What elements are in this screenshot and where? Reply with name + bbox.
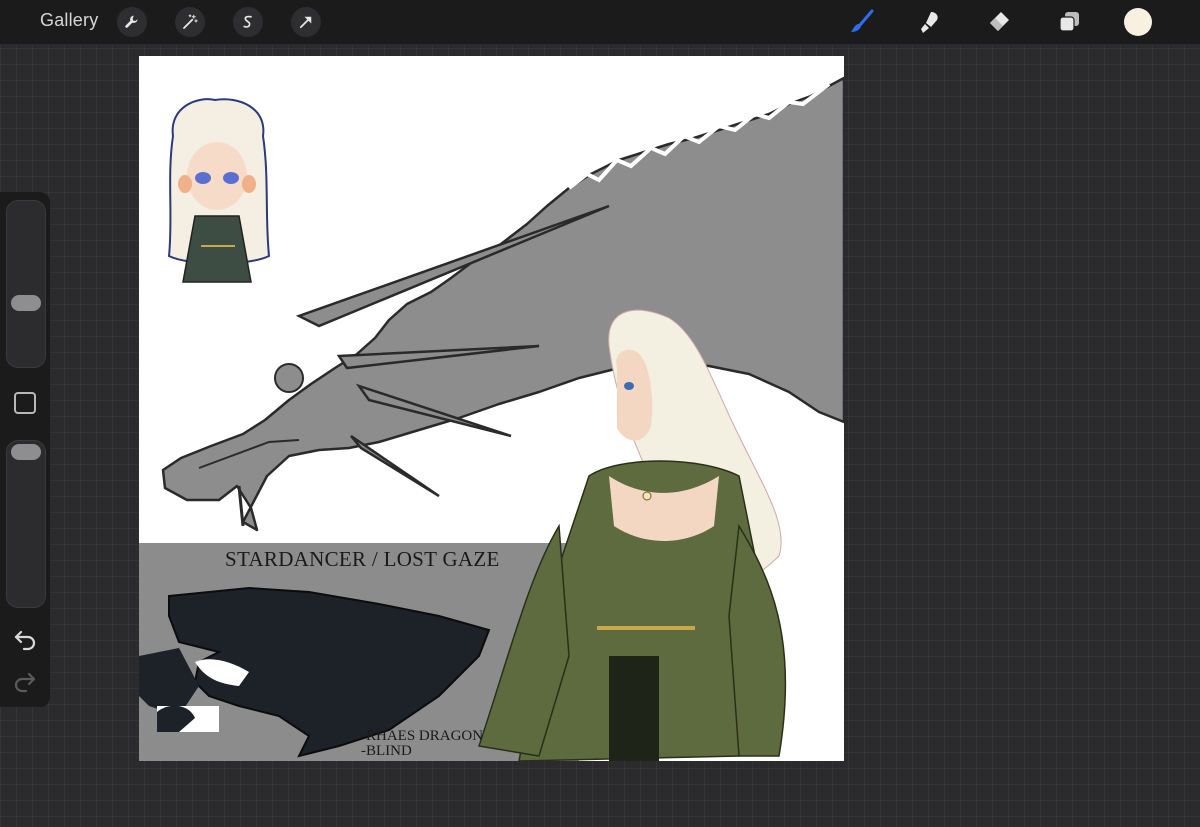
selection-button[interactable] <box>233 7 263 37</box>
selection-icon <box>243 15 252 28</box>
redo-icon[interactable] <box>13 669 37 693</box>
gallery-button[interactable]: Gallery <box>40 10 98 31</box>
eraser-icon <box>990 12 1009 31</box>
dragon-spike <box>350 434 440 498</box>
brush-tool[interactable] <box>846 6 878 38</box>
adjustments-button[interactable] <box>175 7 205 37</box>
transform-arrow-icon <box>299 16 312 29</box>
dragon-eye-ridge <box>274 363 304 393</box>
layers-tool[interactable] <box>1053 6 1085 38</box>
undo-icon[interactable] <box>13 627 37 651</box>
actions-button[interactable] <box>117 7 147 37</box>
artwork-note-line2: -BLIND <box>361 743 412 759</box>
brush-size-thumb[interactable] <box>11 295 41 311</box>
side-toolbar <box>0 192 50 707</box>
top-toolbar: Gallery <box>0 0 1200 44</box>
brush-icon <box>851 9 874 32</box>
chibi-character <box>167 98 271 283</box>
opacity-thumb[interactable] <box>11 444 41 460</box>
drawing-canvas[interactable]: STARDANCER / LOST GAZE -RHAES DRAGON -BL… <box>139 56 844 761</box>
smudge-icon <box>921 12 938 33</box>
magic-wand-icon <box>183 14 198 29</box>
transform-button[interactable] <box>291 7 321 37</box>
artwork-title-text: STARDANCER / LOST GAZE <box>225 547 500 571</box>
layers-icon <box>1059 12 1079 32</box>
artwork <box>139 76 844 761</box>
opacity-slider[interactable] <box>6 440 46 608</box>
color-picker-button[interactable] <box>1124 8 1152 36</box>
wrench-icon <box>125 15 138 28</box>
eraser-tool[interactable] <box>983 6 1015 38</box>
modify-button[interactable] <box>14 392 36 414</box>
smudge-tool[interactable] <box>914 6 946 38</box>
brush-size-slider[interactable] <box>6 200 46 368</box>
